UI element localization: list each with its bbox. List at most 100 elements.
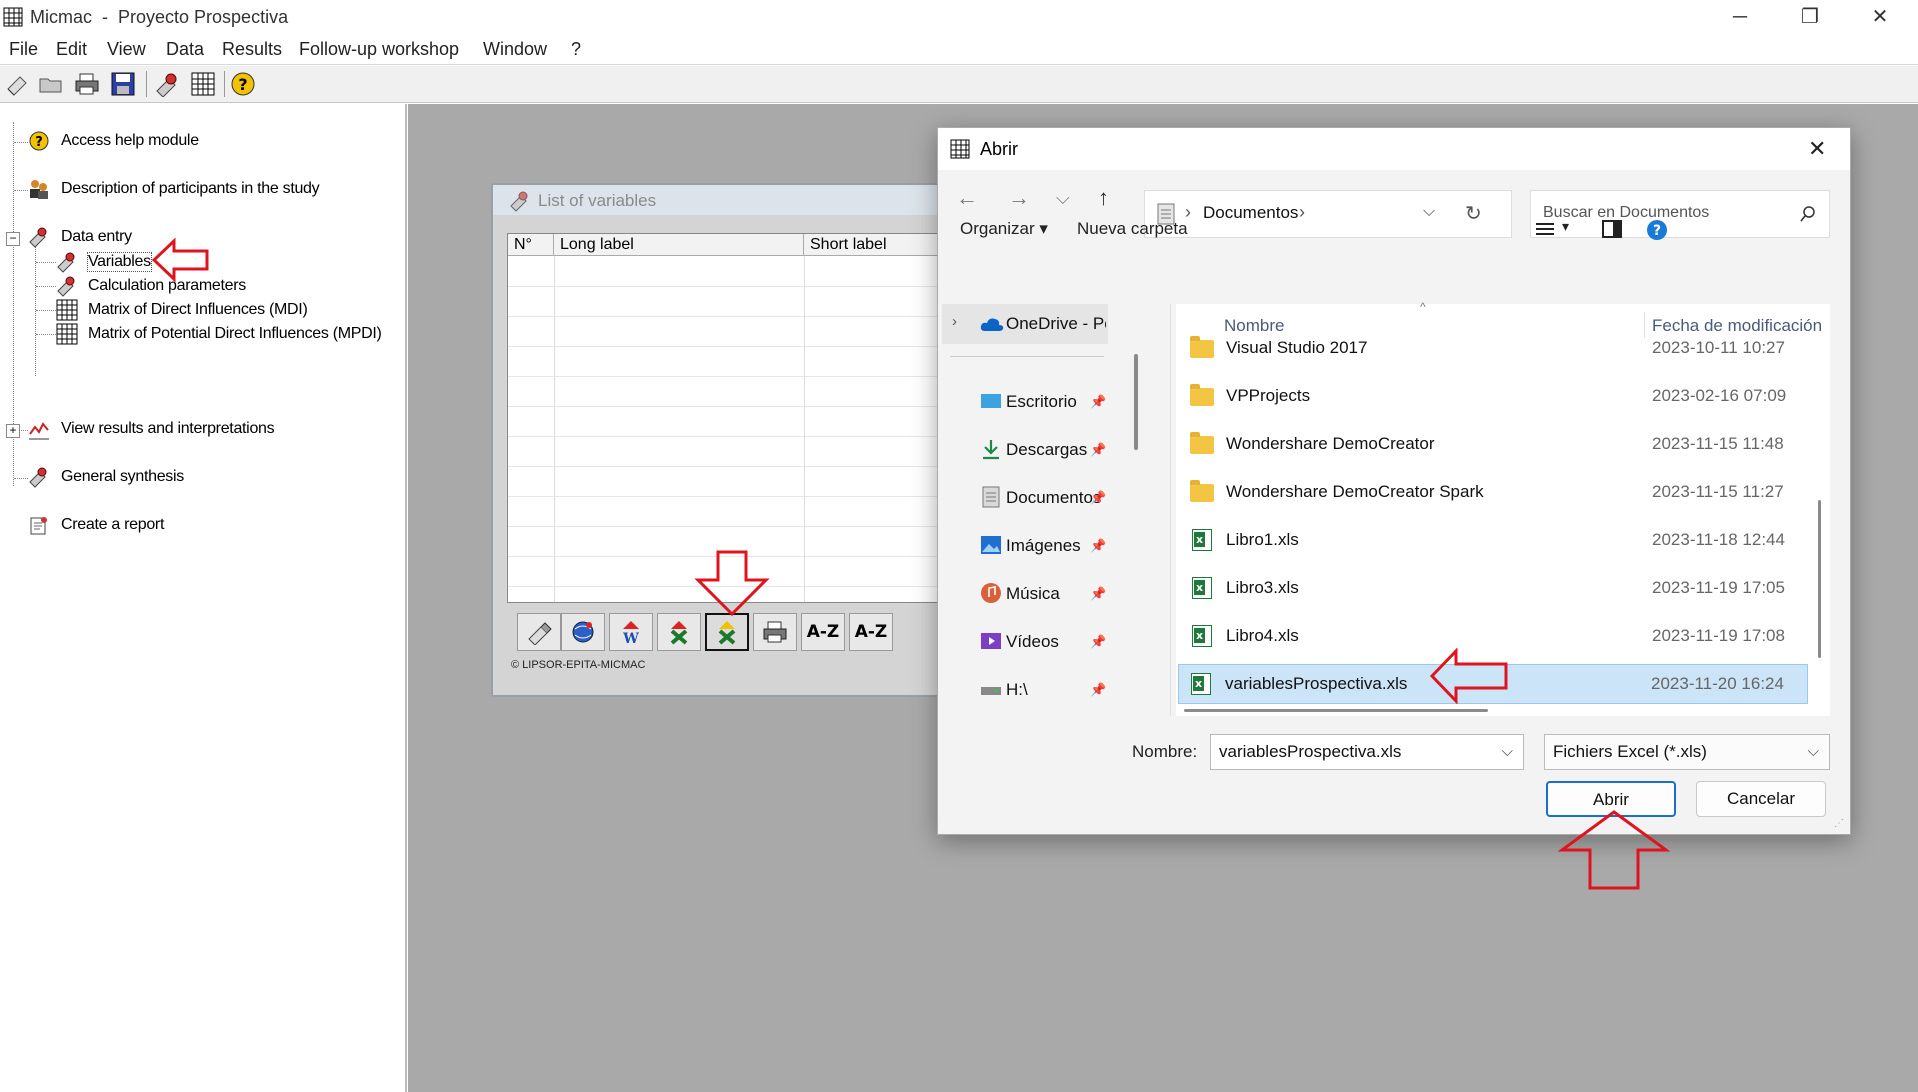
menu-help[interactable]: ?	[571, 39, 581, 60]
file-type-select[interactable]: Fichiers Excel (*.xls) ⌵	[1544, 734, 1830, 770]
nav-item-h-drive[interactable]: H:\ 📌	[942, 672, 1108, 708]
sort-long-label-button[interactable]: A-Z	[801, 613, 845, 651]
search-box[interactable]: Buscar en Documentos	[1530, 190, 1830, 238]
close-button[interactable]: ✕	[1850, 0, 1910, 34]
import-excel-button[interactable]	[705, 613, 749, 651]
file-row[interactable]: Libro3.xls 2023-11-19 17:05	[1178, 568, 1808, 608]
refresh-button[interactable]: ↻	[1465, 201, 1482, 226]
view-list-icon[interactable]	[1536, 222, 1554, 236]
menu-data[interactable]: Data	[166, 39, 204, 60]
file-list-horizontal-scrollbar[interactable]	[1184, 709, 1488, 712]
menu-file[interactable]: File	[9, 39, 38, 60]
copyright-text: © LIPSOR-EPITA-MICMAC	[511, 659, 646, 671]
new-icon[interactable]	[4, 71, 30, 97]
expand-toggle[interactable]: +	[6, 424, 20, 438]
nav-item-descargas[interactable]: Descargas 📌	[942, 432, 1108, 468]
filename-dropdown-chevron-icon[interactable]: ⌵	[1502, 735, 1513, 769]
file-row[interactable]: Wondershare DemoCreator Spark 2023-11-15…	[1178, 472, 1808, 512]
parameters-icon	[57, 276, 75, 297]
print-variables-button[interactable]	[753, 613, 797, 651]
collapse-toggle[interactable]: −	[6, 232, 20, 246]
menu-view[interactable]: View	[107, 39, 146, 60]
open-file-dialog: Abrir ✕ ← → ⌵ ↑ › Documentos › ⌵ ↻ Busca…	[937, 127, 1851, 835]
delete-icon	[670, 621, 688, 645]
address-bar[interactable]: › Documentos › ⌵ ↻	[1144, 190, 1512, 238]
nav-item-imagenes[interactable]: Imágenes 📌	[942, 528, 1108, 564]
tree-item-label: Data entry	[61, 228, 132, 245]
nav-item-musica[interactable]: Música 📌	[942, 576, 1108, 612]
print-icon[interactable]	[74, 71, 100, 97]
matrix-icon[interactable]	[190, 71, 216, 97]
import-excel-icon	[718, 621, 736, 645]
address-dropdown-chevron-icon[interactable]: ⌵	[1423, 203, 1435, 221]
file-row[interactable]: VPProjects 2023-02-16 07:09	[1178, 376, 1808, 416]
filename-label: Nombre:	[1132, 742, 1198, 761]
breadcrumb-documentos[interactable]: Documentos	[1203, 203, 1298, 223]
expand-chevron-icon[interactable]: ›	[952, 313, 957, 330]
menu-follow-up-workshop[interactable]: Follow-up workshop	[299, 39, 459, 60]
file-row[interactable]: Libro1.xls 2023-11-18 12:44	[1178, 520, 1808, 560]
nav-item-onedrive[interactable]: › OneDrive - Pers	[942, 304, 1108, 344]
file-date: 2023-11-19 17:05	[1652, 578, 1785, 597]
forward-button[interactable]: →	[1008, 185, 1030, 211]
dialog-close-button[interactable]: ✕	[1808, 136, 1826, 162]
menu-edit[interactable]: Edit	[56, 39, 87, 60]
maximize-button[interactable]: ❐	[1780, 0, 1840, 34]
folder-icon	[1190, 336, 1214, 358]
file-date: 2023-11-15 11:48	[1652, 434, 1784, 453]
tree-item-label: Description of participants in the study	[61, 180, 320, 197]
edit-variable-button[interactable]	[517, 613, 561, 651]
organize-button[interactable]: Organizar ▾	[960, 219, 1048, 239]
help-icon[interactable]: ?	[1646, 219, 1668, 241]
window-title: Micmac - Proyecto Prospectiva	[30, 7, 289, 27]
nav-item-label: H:\	[1006, 680, 1028, 699]
nav-scrollbar[interactable]	[1134, 354, 1138, 450]
sort-short-label-button[interactable]: A-Z	[849, 613, 893, 651]
nav-item-escritorio[interactable]: Escritorio 📌	[942, 384, 1108, 420]
open-folder-icon[interactable]	[38, 71, 64, 97]
up-button[interactable]: ↑	[1098, 185, 1109, 211]
globe-button[interactable]	[561, 613, 605, 651]
file-list-vertical-scrollbar[interactable]	[1818, 500, 1821, 658]
file-row[interactable]: Wondershare DemoCreator 2023-11-15 11:48	[1178, 424, 1808, 464]
save-icon[interactable]	[110, 71, 136, 97]
nav-item-documentos[interactable]: Documentos 📌	[942, 480, 1108, 516]
column-header-number[interactable]: N°	[508, 234, 554, 256]
pin-icon: 📌	[1090, 442, 1107, 457]
recent-locations-button[interactable]: ⌵	[1056, 188, 1070, 209]
filename-input[interactable]: variablesProspectiva.xls ⌵	[1210, 734, 1524, 770]
tree-item-label: Matrix of Direct Influences (MDI)	[88, 301, 308, 318]
cancel-button[interactable]: Cancelar	[1696, 781, 1826, 817]
minimize-button[interactable]: ─	[1710, 0, 1770, 34]
import-word-button[interactable]: W	[609, 613, 653, 651]
resize-grip-icon[interactable]: ⋰	[1834, 818, 1844, 829]
nav-item-videos[interactable]: Vídeos 📌	[942, 624, 1108, 660]
file-date: 2023-11-19 17:08	[1652, 626, 1785, 645]
column-header-long-label[interactable]: Long label	[554, 234, 804, 256]
excel-file-icon	[1192, 529, 1212, 551]
svg-text:W: W	[622, 631, 639, 645]
nav-item-label: Escritorio	[1006, 392, 1077, 411]
toolbar: ?	[0, 66, 1918, 103]
view-options-caret-icon[interactable]: ▾	[1562, 218, 1569, 235]
new-folder-button[interactable]: Nueva carpeta	[1077, 219, 1188, 239]
file-type-chevron-icon[interactable]: ⌵	[1808, 735, 1819, 769]
dialog-title: Abrir	[980, 139, 1019, 159]
pin-icon: 📌	[1090, 634, 1107, 649]
pictures-icon	[981, 536, 1001, 554]
variables-icon[interactable]	[154, 71, 180, 97]
help-icon[interactable]: ?	[230, 71, 256, 97]
globe-icon	[572, 621, 594, 643]
preview-pane-icon[interactable]	[1602, 220, 1622, 238]
file-name: Libro4.xls	[1226, 626, 1299, 645]
svg-text:?: ?	[1653, 223, 1661, 239]
tree-item-label: General synthesis	[61, 468, 184, 485]
file-row[interactable]: Visual Studio 2017 2023-10-11 10:27	[1178, 328, 1808, 368]
menu-window[interactable]: Window	[483, 39, 547, 60]
delete-variable-button[interactable]	[657, 613, 701, 651]
back-button[interactable]: ←	[956, 185, 978, 211]
menu-results[interactable]: Results	[222, 39, 282, 60]
edit-icon	[528, 622, 552, 646]
desktop-icon	[981, 394, 1001, 408]
pin-icon: 📌	[1090, 394, 1107, 409]
